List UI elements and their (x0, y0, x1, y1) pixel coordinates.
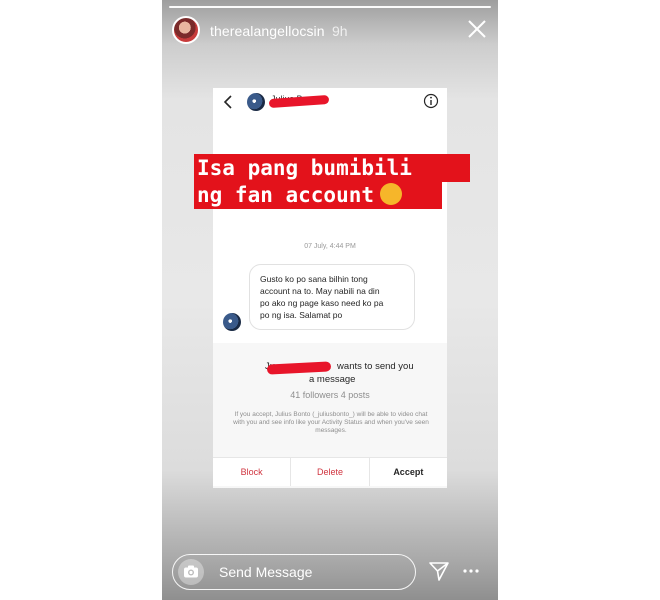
message-date: 07 July, 4:44 PM (304, 243, 356, 250)
story-time: 9h (332, 23, 348, 39)
profile-avatar[interactable] (172, 16, 200, 44)
story-reply-bar: Send Message (162, 550, 498, 596)
message-line: po ako ng page kaso need ko pa (260, 298, 384, 308)
request-text-line2: a message (309, 374, 356, 385)
send-message-input[interactable]: Send Message (172, 554, 416, 590)
story-header: therealangellocsin 9h (162, 14, 498, 48)
redaction-mark (266, 361, 332, 375)
paper-plane-icon[interactable] (428, 560, 450, 582)
message-line: account na to. May nabili na din (260, 286, 380, 296)
caption-line-2-text: ng fan account (197, 183, 375, 207)
camera-button[interactable] (178, 559, 204, 585)
close-icon[interactable] (466, 18, 488, 40)
sender-avatar (223, 313, 241, 331)
story-username[interactable]: therealangellocsin (210, 23, 325, 39)
request-actions: Block Delete Accept (213, 457, 447, 486)
caption-line-1: Isa pang bumibili (194, 154, 470, 182)
follower-count: 41 followers 4 posts (290, 390, 370, 400)
thinking-face-icon (380, 183, 403, 205)
request-disclaimer: If you accept, Julius Bonto (_juliusbont… (233, 411, 429, 434)
message-line: po ng isa. Salamat po (260, 310, 343, 320)
info-icon (423, 93, 439, 109)
send-message-placeholder: Send Message (219, 564, 313, 580)
story-progress-bar (169, 6, 491, 8)
more-options-icon[interactable] (462, 564, 480, 578)
camera-icon (184, 565, 198, 578)
caption-line-2: ng fan account (194, 181, 442, 209)
story-viewer: therealangellocsin 9h Julius Bonto 07 Ju… (162, 0, 498, 600)
delete-button: Delete (290, 458, 368, 486)
contact-avatar (247, 93, 265, 111)
dm-header: Julius Bonto (213, 88, 447, 118)
accept-button: Accept (368, 458, 447, 486)
request-text-suffix: wants to send you (337, 361, 414, 372)
message-bubble: Gusto ko po sana bilhin tong account na … (249, 264, 415, 330)
chevron-left-icon (223, 95, 232, 109)
block-button: Block (240, 467, 263, 477)
dm-screenshot: Julius Bonto 07 July, 4:44 PM Gusto ko p… (213, 88, 447, 488)
message-request-panel: Juwants to send you a message 41 followe… (213, 343, 447, 488)
message-line: Gusto ko po sana bilhin tong (260, 274, 368, 284)
